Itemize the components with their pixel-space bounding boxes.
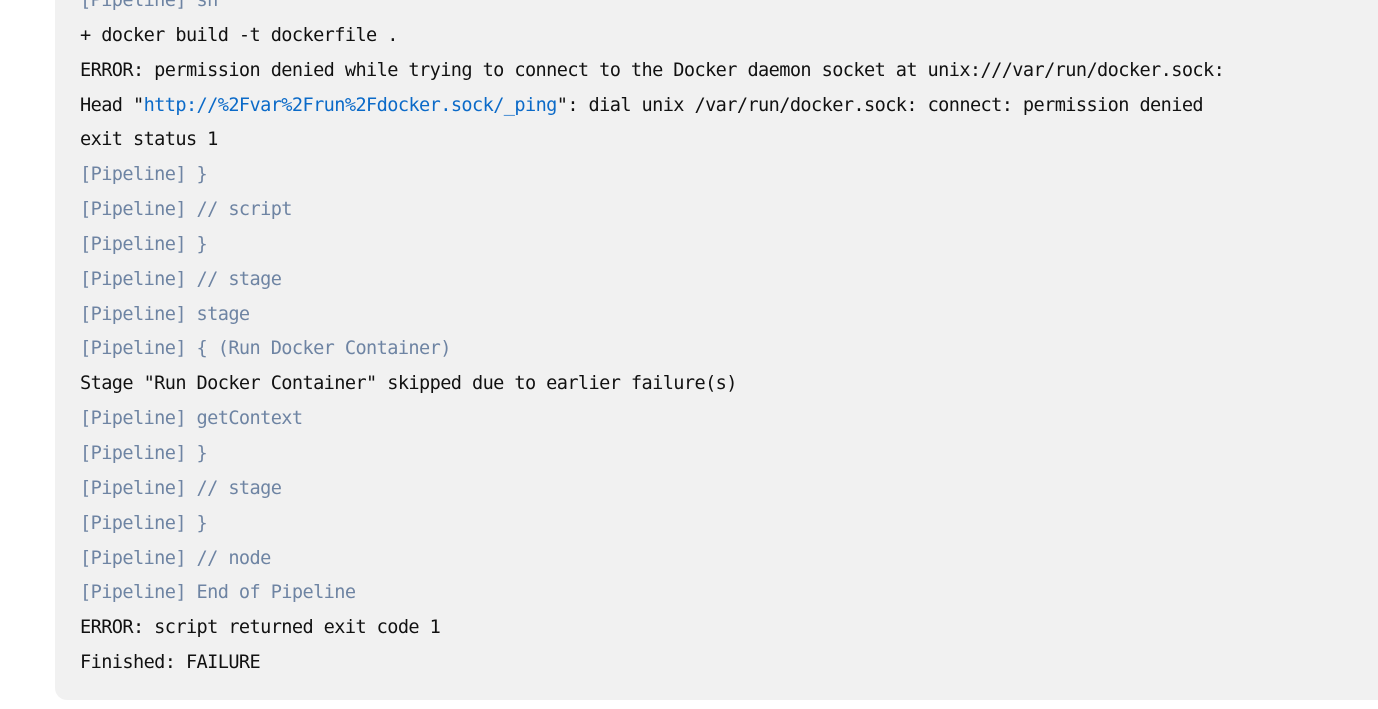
console-line-pipeline: [Pipeline] // stage [80,477,282,499]
console-line-pipeline: [Pipeline] } [80,442,208,464]
console-line: + docker build -t dockerfile . [80,24,398,46]
console-line-pipeline: [Pipeline] } [80,512,208,534]
console-line-text: Head " [80,94,144,116]
console-output: [Pipeline] sh + docker build -t dockerfil… [80,0,1225,681]
console-line-text: ": dial unix /var/run/docker.sock: conne… [556,94,1204,116]
console-line-pipeline: [Pipeline] // stage [80,268,282,290]
console-line-pipeline: [Pipeline] stage [80,303,250,325]
console-line-pipeline: [Pipeline] { (Run Docker Container) [80,338,451,360]
console-line: Stage "Run Docker Container" skipped due… [80,373,737,395]
console-line-pipeline: [Pipeline] // node [80,547,271,569]
console-line-pipeline: [Pipeline] } [80,233,208,255]
console-line-pipeline: [Pipeline] sh [80,0,218,11]
console-line-pipeline: [Pipeline] End of Pipeline [80,582,356,604]
console-line-pipeline: [Pipeline] // script [80,199,292,221]
console-line-status: Finished: FAILURE [80,652,261,674]
docker-sock-ping-link[interactable]: http://%2Fvar%2Frun%2Fdocker.sock/_ping [144,95,558,116]
console-line: Head "http://%2Fvar%2Frun%2Fdocker.sock/… [80,89,1224,124]
console-line-pipeline: [Pipeline] getContext [80,408,303,430]
console-line-pipeline: [Pipeline] } [80,164,208,186]
console-line: exit status 1 [80,129,218,151]
console-line-error: ERROR: script returned exit code 1 [80,617,441,639]
console-line-error: ERROR: permission denied while trying to… [80,59,1225,81]
